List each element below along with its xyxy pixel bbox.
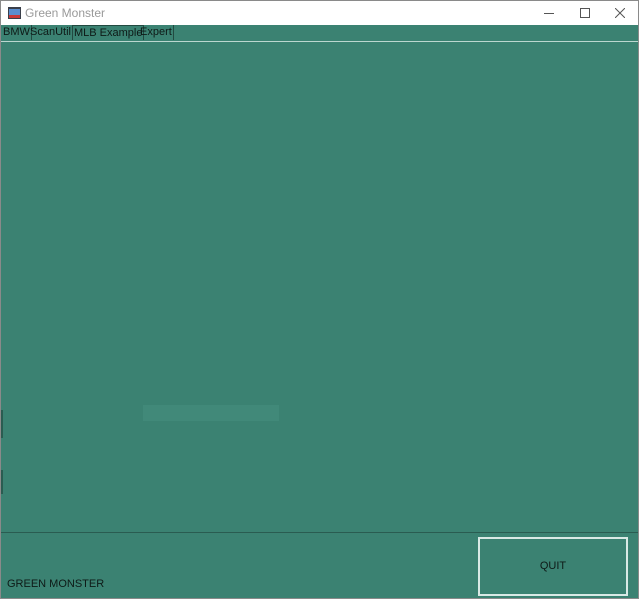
left-edge-mark xyxy=(1,470,3,494)
tab-scanutil[interactable]: ScanUtil xyxy=(29,25,73,40)
minimize-icon xyxy=(544,13,554,14)
left-edge-mark xyxy=(1,410,3,438)
minimize-button[interactable] xyxy=(531,1,567,25)
tab-expert[interactable]: Expert xyxy=(139,25,174,40)
maximize-icon xyxy=(580,8,590,18)
close-button[interactable] xyxy=(602,1,638,25)
status-label: GREEN MONSTER xyxy=(7,578,105,590)
tab-mlb-example[interactable]: MLB Example xyxy=(72,25,145,40)
maximize-button[interactable] xyxy=(567,1,603,25)
app-icon xyxy=(8,7,21,19)
close-icon xyxy=(615,8,625,18)
app-window: Green Monster BMW ScanUtil MLB Example E… xyxy=(0,0,639,599)
faded-widget xyxy=(143,405,279,421)
title-bar[interactable]: Green Monster xyxy=(1,1,638,25)
quit-button[interactable]: QUIT xyxy=(478,537,628,596)
window-title: Green Monster xyxy=(25,6,106,20)
tab-content-panel xyxy=(1,42,638,532)
tab-bmw[interactable]: BMW xyxy=(2,25,32,40)
tab-bar: BMW ScanUtil MLB Example Expert xyxy=(1,25,638,42)
bottom-bar: GREEN MONSTER QUIT xyxy=(1,532,638,598)
